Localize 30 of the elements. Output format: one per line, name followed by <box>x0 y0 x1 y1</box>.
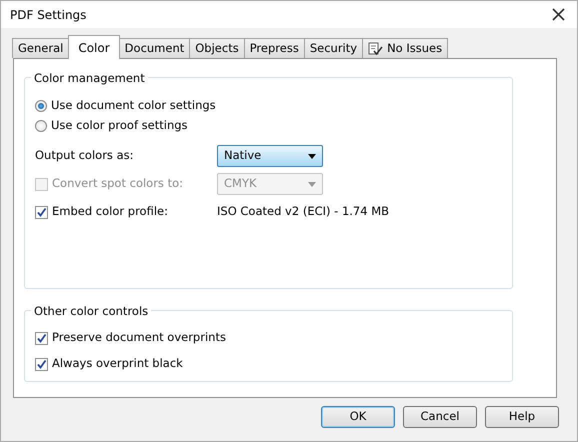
checkbox-label: Always overprint black <box>52 355 183 372</box>
caret-icon <box>308 154 316 158</box>
radio-label: Use color proof settings <box>51 117 188 134</box>
field-label: Convert spot colors to: <box>52 175 184 192</box>
profile-value: ISO Coated v2 (ECI) - 1.74 MB <box>217 203 390 220</box>
checkbox[interactable] <box>35 206 48 218</box>
checklist-icon <box>368 42 384 56</box>
field-label: Output colors as: <box>35 147 134 164</box>
window-title: PDF Settings <box>10 6 86 24</box>
field-label: Embed color profile: <box>52 203 168 220</box>
caret-icon <box>308 182 316 186</box>
tab[interactable]: No Issues <box>362 38 448 58</box>
tab[interactable]: Objects <box>189 38 245 58</box>
dialog-button[interactable]: Help <box>485 406 559 428</box>
tab[interactable]: Security <box>304 38 364 58</box>
radio-button[interactable] <box>35 100 47 112</box>
close-icon[interactable] <box>552 8 565 21</box>
radio-label: Use document color settings <box>51 97 216 114</box>
tab[interactable]: Document <box>118 38 190 58</box>
tab[interactable]: Color <box>68 35 120 59</box>
dropdown[interactable]: Native <box>217 145 323 167</box>
tab[interactable]: General <box>12 38 70 58</box>
checkbox[interactable] <box>35 332 48 344</box>
checkbox[interactable] <box>35 358 48 370</box>
dialog-button[interactable]: OK <box>321 406 395 428</box>
checkbox-label: Preserve document overprints <box>52 329 226 346</box>
group-label: Color management <box>31 70 148 88</box>
radio-button[interactable] <box>35 120 47 132</box>
tab[interactable]: Prepress <box>244 38 305 58</box>
dialog-button[interactable]: Cancel <box>403 406 477 428</box>
